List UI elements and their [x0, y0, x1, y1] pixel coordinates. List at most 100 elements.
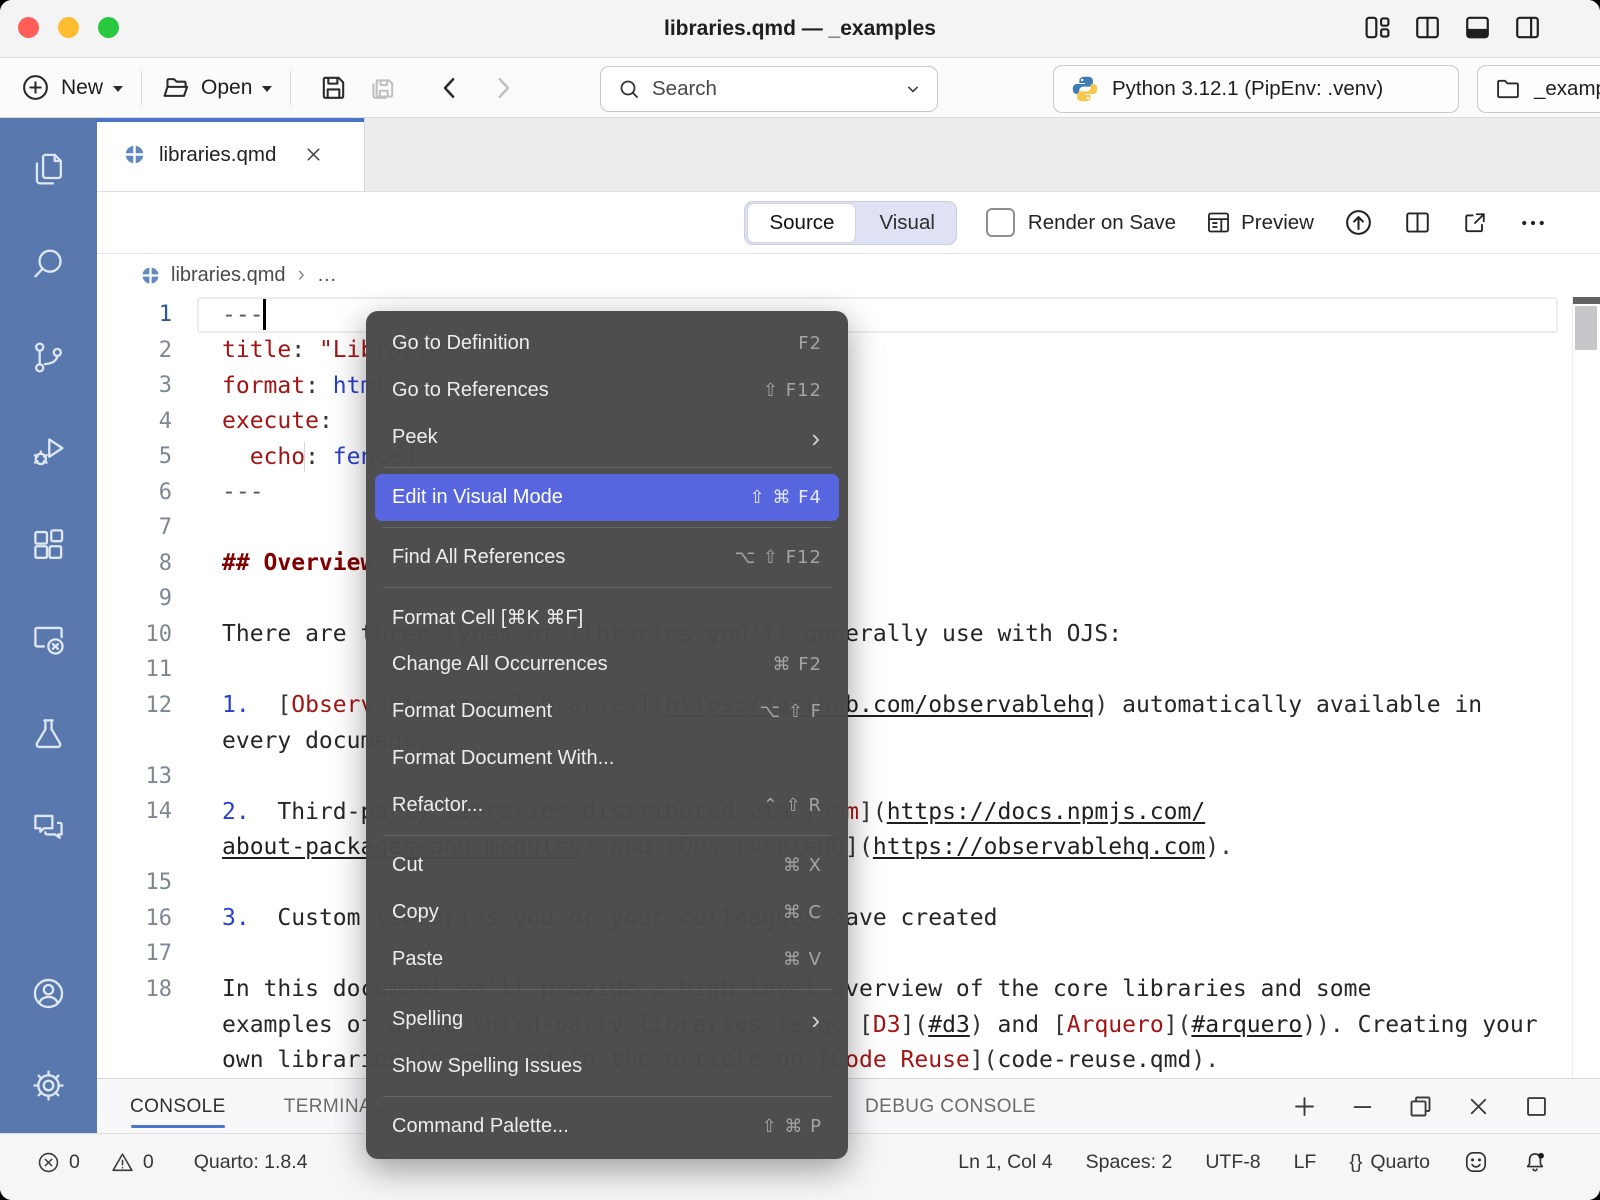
notifications-bell-icon[interactable] — [1522, 1149, 1548, 1175]
menu-item-show-spelling-issues[interactable]: Show Spelling Issues — [375, 1043, 839, 1090]
code-line[interactable]: 121. [Observable core libraries](https:/… — [97, 688, 1600, 724]
menu-item-command-palette[interactable]: Command Palette...⇧ ⌘ P — [375, 1103, 839, 1150]
panel-minimize-icon[interactable] — [1349, 1093, 1376, 1120]
project-button[interactable]: _examples — [1477, 65, 1600, 113]
code-line[interactable]: about-packages-and-modules) and [Observa… — [97, 830, 1600, 866]
panel-plus-icon[interactable] — [1291, 1093, 1318, 1120]
menu-item-spelling[interactable]: Spelling› — [375, 996, 839, 1043]
code-line[interactable]: 6--- — [97, 475, 1600, 511]
account-icon[interactable] — [30, 975, 67, 1012]
code-line[interactable]: 3format: html — [97, 368, 1600, 404]
explorer-icon[interactable] — [30, 151, 67, 188]
chat-icon[interactable] — [30, 809, 67, 846]
menu-item-go-to-definition[interactable]: Go to DefinitionF2 — [375, 320, 839, 367]
indentation[interactable]: Spaces: 2 — [1086, 1151, 1173, 1174]
line-number[interactable]: 9 — [97, 586, 172, 611]
render-icon[interactable] — [1343, 207, 1374, 238]
eol-indicator[interactable]: LF — [1294, 1151, 1317, 1174]
panel-layout-icon[interactable] — [1523, 1093, 1550, 1120]
line-number[interactable]: 10 — [97, 622, 172, 647]
menu-item-find-all-references[interactable]: Find All References⌥ ⇧ F12 — [375, 534, 839, 581]
source-control-icon[interactable] — [30, 339, 67, 376]
open-button[interactable]: Open — [160, 72, 272, 103]
cursor-position[interactable]: Ln 1, Col 4 — [958, 1151, 1052, 1174]
code-lines[interactable]: 1---2title: "Libraries"3format: html4exe… — [97, 297, 1600, 1078]
save-icon[interactable] — [318, 72, 349, 103]
feedback-smiley-icon[interactable] — [1463, 1149, 1489, 1175]
extensions-icon[interactable] — [30, 527, 67, 564]
code-line[interactable]: 10There are three types of libraries you… — [97, 617, 1600, 653]
toggle-secondary-sidebar-icon[interactable] — [1513, 13, 1542, 42]
line-number[interactable]: 4 — [97, 409, 172, 434]
menu-item-format-document[interactable]: Format Document⌥ ⇧ F — [375, 688, 839, 735]
code-line[interactable]: 9 — [97, 581, 1600, 617]
code-line[interactable]: 8## Overview — [97, 546, 1600, 582]
panel-restore-icon[interactable] — [1407, 1093, 1434, 1120]
quarto-version[interactable]: Quarto: 1.8.4 — [194, 1151, 308, 1174]
code-line[interactable]: 5 echo: fenced — [97, 439, 1600, 475]
line-number[interactable]: 1 — [97, 302, 172, 327]
save-all-icon[interactable] — [367, 72, 398, 103]
code-line[interactable]: every document. — [97, 723, 1600, 759]
line-number[interactable]: 11 — [97, 657, 172, 682]
visual-mode-button[interactable]: Visual — [858, 202, 955, 244]
menu-item-refactor[interactable]: Refactor...⌃ ⇧ R — [375, 782, 839, 829]
toggle-panel-icon[interactable] — [1463, 13, 1492, 42]
more-actions-icon[interactable] — [1518, 208, 1548, 238]
line-number[interactable]: 14 — [97, 799, 172, 824]
panel-close-icon[interactable] — [1465, 1093, 1492, 1120]
code-line[interactable]: 142. Third-party libraries distributed v… — [97, 794, 1600, 830]
encoding[interactable]: UTF-8 — [1205, 1151, 1260, 1174]
line-number[interactable]: 13 — [97, 764, 172, 789]
language-mode[interactable]: {} Quarto — [1349, 1151, 1430, 1174]
panel-tab-debug-console[interactable]: DEBUG CONSOLE — [865, 1079, 1036, 1134]
code-line[interactable]: 7 — [97, 510, 1600, 546]
render-on-save-checkbox[interactable] — [986, 208, 1015, 237]
menu-item-paste[interactable]: Paste⌘ V — [375, 936, 839, 983]
panel-tab-console[interactable]: CONSOLE — [130, 1079, 226, 1134]
menu-item-format-cell-k-f[interactable]: Format Cell [⌘K ⌘F] — [375, 594, 839, 641]
code-line[interactable]: 17 — [97, 936, 1600, 972]
breadcrumb-file[interactable]: libraries.qmd — [171, 264, 285, 287]
source-mode-button[interactable]: Source — [747, 203, 856, 243]
remote-explorer-icon[interactable] — [30, 621, 67, 658]
code-line[interactable]: 4execute: — [97, 404, 1600, 440]
split-editor-icon[interactable] — [1403, 208, 1432, 237]
line-number[interactable]: 3 — [97, 373, 172, 398]
code-line[interactable]: 163. Custom libraries you or your collea… — [97, 901, 1600, 937]
menu-item-peek[interactable]: Peek› — [375, 414, 839, 461]
line-number[interactable]: 16 — [97, 906, 172, 931]
breadcrumb-ellipsis[interactable]: … — [317, 264, 337, 287]
interpreter-selector[interactable]: Python 3.12.1 (PipEnv: .venv) — [1053, 65, 1459, 113]
menu-item-cut[interactable]: Cut⌘ X — [375, 842, 839, 889]
navigate-forward-icon[interactable] — [488, 73, 518, 103]
menu-item-copy[interactable]: Copy⌘ C — [375, 889, 839, 936]
open-in-new-window-icon[interactable] — [1461, 209, 1489, 237]
search-icon[interactable] — [30, 245, 67, 282]
code-line[interactable]: 1--- — [97, 297, 1600, 333]
search-input[interactable]: Search — [600, 66, 938, 112]
navigate-back-icon[interactable] — [435, 73, 465, 103]
close-tab-icon[interactable] — [303, 144, 324, 165]
menu-item-edit-in-visual-mode[interactable]: Edit in Visual Mode⇧ ⌘ F4 — [375, 474, 839, 521]
line-number[interactable]: 17 — [97, 941, 172, 966]
code-line[interactable]: examples of using third-party libraries … — [97, 1007, 1600, 1043]
line-number[interactable]: 2 — [97, 338, 172, 363]
settings-gear-icon[interactable] — [30, 1067, 67, 1104]
line-number[interactable]: 12 — [97, 693, 172, 718]
line-number[interactable]: 7 — [97, 515, 172, 540]
testing-icon[interactable] — [30, 715, 67, 752]
code-line[interactable]: 13 — [97, 759, 1600, 795]
line-number[interactable]: 5 — [97, 444, 172, 469]
code-line[interactable]: 18In this document we'll provide a high … — [97, 972, 1600, 1008]
menu-item-go-to-references[interactable]: Go to References⇧ F12 — [375, 367, 839, 414]
line-number[interactable]: 15 — [97, 870, 172, 895]
code-line[interactable]: 11 — [97, 652, 1600, 688]
customize-layout-icon[interactable] — [1363, 13, 1392, 42]
split-editor-layout-icon[interactable] — [1413, 13, 1442, 42]
preview-button[interactable]: Preview — [1205, 209, 1314, 236]
code-line[interactable]: 15 — [97, 865, 1600, 901]
line-number[interactable]: 18 — [97, 977, 172, 1002]
scrollbar-thumb[interactable] — [1575, 306, 1597, 350]
tab-libraries-qmd[interactable]: libraries.qmd — [97, 118, 365, 191]
